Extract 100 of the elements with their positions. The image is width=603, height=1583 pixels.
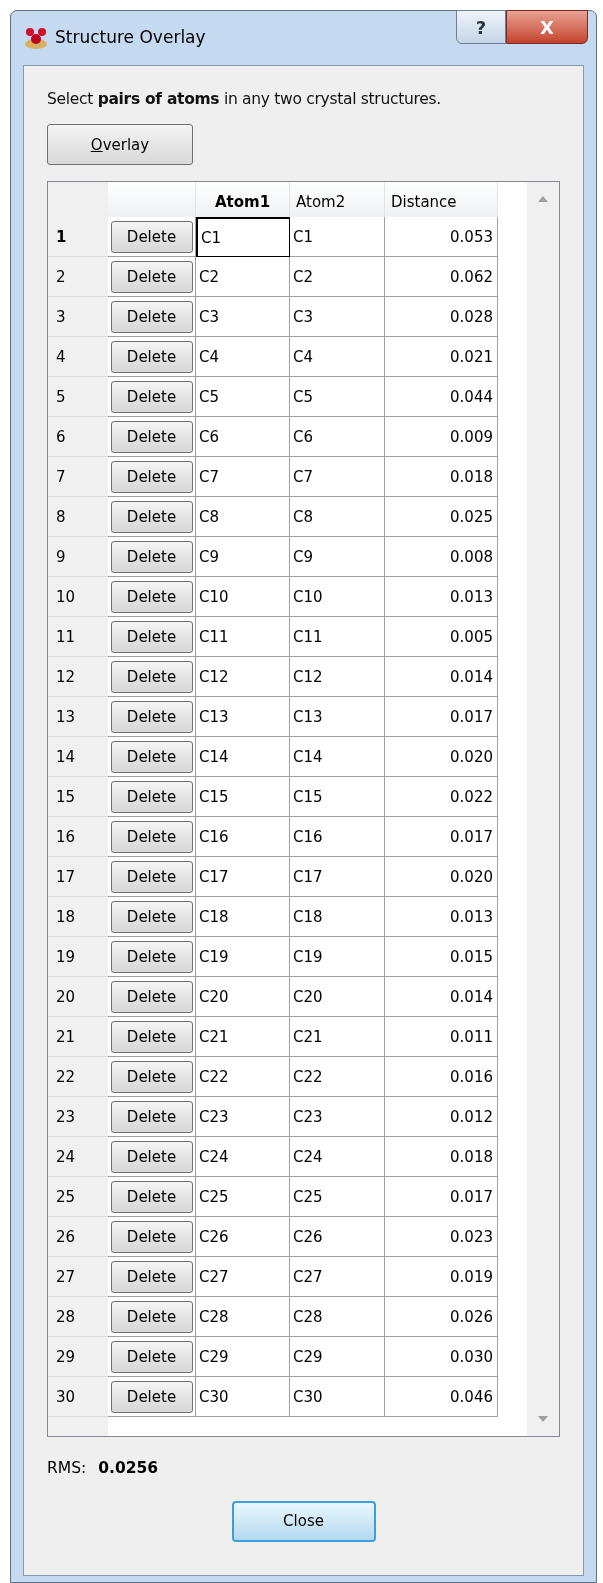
delete-button[interactable]: Delete [110,820,193,853]
row-header[interactable]: 24 [48,1137,108,1178]
row-header[interactable]: 26 [48,1217,108,1258]
delete-button[interactable]: Delete [110,1340,193,1373]
table-cell: C6 [290,417,385,458]
row-header[interactable]: 16 [48,817,108,858]
row-header[interactable]: 13 [48,697,108,738]
table-corner[interactable] [48,182,108,218]
delete-button[interactable]: Delete [110,500,193,533]
table-cell: C20 [290,977,385,1018]
table-cell: 0.013 [385,577,498,618]
table-cell: C24 [196,1137,290,1178]
rms-label: RMS: [47,1458,87,1480]
scroll-down-icon[interactable] [538,1416,548,1423]
delete-button[interactable]: Delete [110,940,193,973]
row-header[interactable]: 10 [48,577,108,618]
row-header[interactable]: 1 [48,217,108,258]
column-header[interactable]: Distance [385,182,498,218]
delete-button[interactable]: Delete [110,1060,193,1093]
table-cell: C23 [290,1097,385,1138]
delete-button[interactable]: Delete [110,340,193,373]
row-header[interactable]: 9 [48,537,108,578]
close-dialog-button[interactable]: Close [231,1500,376,1542]
table-cell: C25 [290,1177,385,1218]
row-header[interactable]: 20 [48,977,108,1018]
table-cell: C10 [290,577,385,618]
row-header[interactable]: 17 [48,857,108,898]
help-button[interactable]: ? [456,10,506,44]
row-header[interactable]: 23 [48,1097,108,1138]
column-header[interactable] [108,182,196,218]
row-header[interactable]: 11 [48,617,108,658]
table-cell: C30 [290,1377,385,1418]
table-cell: 0.046 [385,1377,498,1418]
table-cell: C18 [196,897,290,938]
delete-button[interactable]: Delete [110,460,193,493]
scrollbar[interactable] [527,182,559,1437]
delete-button[interactable]: Delete [110,1140,193,1173]
delete-button[interactable]: Delete [110,980,193,1013]
table-cell: C17 [290,857,385,898]
table-cell: C28 [196,1297,290,1338]
table-cell: 0.017 [385,817,498,858]
row-header[interactable]: 18 [48,897,108,938]
table-cell: 0.023 [385,1217,498,1258]
delete-button[interactable]: Delete [110,1100,193,1133]
row-header[interactable]: 6 [48,417,108,458]
table-cell: C5 [290,377,385,418]
table-cell: C27 [290,1257,385,1298]
row-header[interactable]: 21 [48,1017,108,1058]
scroll-up-icon[interactable] [538,196,548,203]
table-cell: C4 [196,337,290,378]
window-title: Structure Overlay [55,26,206,50]
delete-button[interactable]: Delete [110,1300,193,1333]
delete-button[interactable]: Delete [110,300,193,333]
delete-button[interactable]: Delete [110,1020,193,1053]
delete-button[interactable]: Delete [110,220,193,253]
row-header[interactable]: 12 [48,657,108,698]
instruction-text: Select pairs of atoms in any two crystal structures. [47,89,442,110]
delete-button[interactable]: Delete [110,780,193,813]
row-header[interactable]: 14 [48,737,108,778]
row-header[interactable]: 28 [48,1297,108,1338]
table-cell: C24 [290,1137,385,1178]
delete-button[interactable]: Delete [110,900,193,933]
delete-button[interactable]: Delete [110,580,193,613]
delete-button[interactable]: Delete [110,1220,193,1253]
table-cell: C7 [196,457,290,498]
row-header[interactable]: 30 [48,1377,108,1418]
delete-button[interactable]: Delete [110,660,193,693]
table-cell: 0.018 [385,1137,498,1178]
delete-button[interactable]: Delete [110,260,193,293]
delete-button[interactable]: Delete [110,860,193,893]
row-header[interactable]: 27 [48,1257,108,1298]
row-header[interactable]: 22 [48,1057,108,1098]
row-header[interactable]: 5 [48,377,108,418]
delete-button[interactable]: Delete [110,1180,193,1213]
table-cell: 0.014 [385,657,498,698]
delete-button[interactable]: Delete [110,420,193,453]
row-header[interactable]: 19 [48,937,108,978]
delete-button[interactable]: Delete [110,740,193,773]
row-header[interactable]: 2 [48,257,108,298]
delete-button[interactable]: Delete [110,540,193,573]
row-header[interactable]: 29 [48,1337,108,1378]
row-header[interactable]: 25 [48,1177,108,1218]
delete-button[interactable]: Delete [110,700,193,733]
row-header[interactable]: 8 [48,497,108,538]
table-cell: C14 [290,737,385,778]
row-header[interactable]: 4 [48,337,108,378]
row-header[interactable]: 3 [48,297,108,338]
table-cell: C23 [196,1097,290,1138]
column-header[interactable]: Atom2 [290,182,385,218]
row-header[interactable]: 7 [48,457,108,498]
delete-button[interactable]: Delete [110,1380,193,1413]
table-cell: 0.011 [385,1017,498,1058]
table-cell: C1 [196,217,290,258]
delete-button[interactable]: Delete [110,620,193,653]
delete-button[interactable]: Delete [110,1260,193,1293]
delete-button[interactable]: Delete [110,380,193,413]
table-cell: 0.025 [385,497,498,538]
row-header[interactable]: 15 [48,777,108,818]
column-header[interactable]: Atom1 [196,182,290,218]
overlay-button[interactable]: Overlay [47,124,193,166]
